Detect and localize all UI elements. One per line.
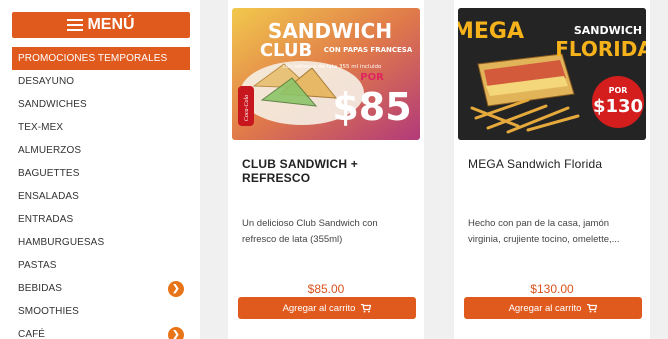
category-item-promociones[interactable]: PROMOCIONES TEMPORALES bbox=[12, 47, 190, 70]
promo-line3: FLORIDA bbox=[555, 37, 646, 61]
add-to-cart-label: Agregar al carrito bbox=[508, 302, 582, 314]
category-label: PROMOCIONES TEMPORALES bbox=[18, 53, 168, 64]
category-item-cafe[interactable]: CAFÉ ❯︎ bbox=[12, 323, 190, 339]
category-label: CAFÉ bbox=[18, 329, 46, 339]
category-label: SANDWICHES bbox=[18, 99, 87, 110]
category-label: ALMUERZOS bbox=[18, 145, 82, 156]
promo-tagline: CON PAPAS FRANCESA bbox=[324, 46, 413, 54]
product-price: $85.00 bbox=[307, 282, 345, 296]
category-item-hamburguesas[interactable]: HAMBURGUESAS bbox=[12, 231, 190, 254]
soda-label: Coca-Cola bbox=[244, 95, 250, 121]
promo-line2: CLUB bbox=[260, 40, 312, 61]
category-label: HAMBURGUESAS bbox=[18, 237, 105, 248]
promo-price: $85 bbox=[332, 85, 411, 129]
cart-icon bbox=[361, 303, 372, 312]
expand-chevron-icon[interactable]: ❯︎ bbox=[168, 326, 184, 339]
promo-line2: SANDWICH bbox=[574, 24, 642, 37]
category-label: PASTAS bbox=[18, 260, 57, 271]
add-to-cart-button[interactable]: Agregar al carrito bbox=[238, 297, 416, 319]
category-item-smoothies[interactable]: SMOOTHIES bbox=[12, 300, 190, 323]
add-to-cart-button[interactable]: Agregar al carrito bbox=[464, 297, 642, 319]
category-item-tex-mex[interactable]: TEX-MEX bbox=[12, 116, 190, 139]
category-label: ENTRADAS bbox=[18, 214, 74, 225]
promo-subline: con refresco de lata 355 ml incluido bbox=[283, 64, 382, 70]
product-image-mega-sandwich-florida[interactable]: MEGA SANDWICH FLORIDA POR $130 bbox=[458, 8, 646, 140]
category-item-bebidas[interactable]: BEBIDAS ❯︎ bbox=[12, 277, 190, 300]
product-card: Coca-Cola SANDWICH CLUB CON PAPAS FRANCE… bbox=[228, 0, 424, 339]
promo-por: POR bbox=[360, 72, 384, 83]
promo-por: POR bbox=[609, 86, 628, 95]
product-price: $130.00 bbox=[530, 282, 574, 296]
category-item-entradas[interactable]: ENTRADAS bbox=[12, 208, 190, 231]
category-item-sandwiches[interactable]: SANDWICHES bbox=[12, 93, 190, 116]
product-card: MEGA SANDWICH FLORIDA POR $130 MEGA Sand… bbox=[454, 0, 650, 339]
product-image-club-sandwich[interactable]: Coca-Cola SANDWICH CLUB CON PAPAS FRANCE… bbox=[232, 8, 420, 140]
category-label: BEBIDAS bbox=[18, 283, 63, 294]
category-label: BAGUETTES bbox=[18, 168, 80, 179]
category-label: ENSALADAS bbox=[18, 191, 79, 202]
promo-price: $130 bbox=[593, 96, 643, 117]
category-item-almuerzos[interactable]: ALMUERZOS bbox=[12, 139, 190, 162]
cart-icon bbox=[587, 303, 598, 312]
category-list: PROMOCIONES TEMPORALES DESAYUNO SANDWICH… bbox=[12, 47, 190, 339]
product-description: Un delicioso Club Sandwich con refresco … bbox=[242, 218, 378, 245]
category-label: DESAYUNO bbox=[18, 76, 75, 87]
add-to-cart-label: Agregar al carrito bbox=[282, 302, 356, 314]
category-item-pastas[interactable]: PASTAS bbox=[12, 254, 190, 277]
category-item-baguettes[interactable]: BAGUETTES bbox=[12, 162, 190, 185]
category-label: TEX-MEX bbox=[18, 122, 64, 133]
product-title[interactable]: MEGA Sandwich Florida bbox=[468, 157, 602, 171]
category-label: SMOOTHIES bbox=[18, 306, 79, 317]
hamburger-icon bbox=[67, 19, 84, 31]
product-title[interactable]: CLUB SANDWICH + REFRESCO bbox=[242, 157, 424, 185]
category-item-ensaladas[interactable]: ENSALADAS bbox=[12, 185, 190, 208]
category-sidebar: MENÚ PROMOCIONES TEMPORALES DESAYUNO SAN… bbox=[0, 0, 200, 339]
product-description: Hecho con pan de la casa, jamón virginia… bbox=[468, 218, 620, 245]
expand-chevron-icon[interactable]: ❯︎ bbox=[168, 280, 184, 297]
promo-line1: MEGA bbox=[458, 19, 524, 44]
category-item-desayuno[interactable]: DESAYUNO bbox=[12, 70, 190, 93]
menu-header[interactable]: MENÚ bbox=[12, 12, 190, 38]
menu-title: MENÚ bbox=[87, 16, 135, 33]
